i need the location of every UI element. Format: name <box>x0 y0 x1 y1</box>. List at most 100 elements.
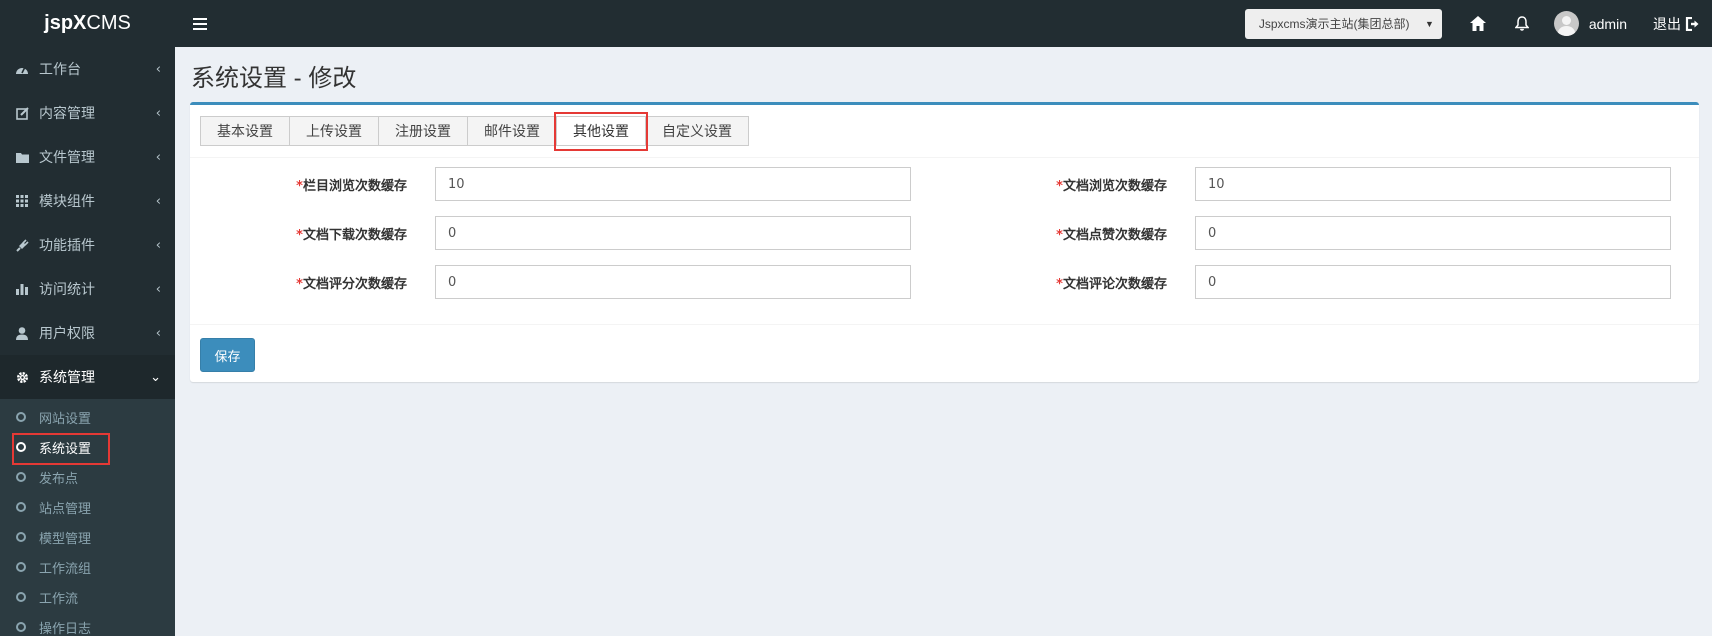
submenu-item-model-management[interactable]: 模型管理 <box>0 522 175 552</box>
settings-panel: 基本设置 上传设置 注册设置 邮件设置 其他设置 自定义设置 *栏目浏览次数缓存… <box>190 102 1699 382</box>
folder-icon <box>14 149 30 165</box>
circle-icon <box>16 622 26 632</box>
required-mark: * <box>1056 178 1063 194</box>
tab-custom-settings[interactable]: 自定义设置 <box>645 116 749 146</box>
submenu-item-label: 系统设置 <box>39 441 92 457</box>
field-doc-comment-cache: *文档评论次数缓存 <box>950 265 1671 299</box>
bell-icon <box>1514 16 1529 31</box>
sidebar-item-workbench[interactable]: 工作台 ‹ <box>0 47 175 91</box>
submenu-item-label: 操作日志 <box>39 621 92 636</box>
site-select-value: Jspxcms演示主站(集团总部) <box>1258 17 1410 31</box>
logo-part-jsp: jsp <box>44 12 74 34</box>
avatar <box>1553 11 1579 36</box>
sidebar-item-label: 模块组件 <box>39 194 95 210</box>
top-header: jsp X CMS Jspxcms演示主站(集团总部) ▼ admin 退出 <box>0 0 1712 47</box>
sidebar: 工作台 ‹ 内容管理 ‹ 文件管理 ‹ 模块组件 ‹ 功能插件 ‹ 访问统计 ‹ <box>0 47 175 636</box>
page-title: 系统设置 - 修改 <box>191 65 357 92</box>
circle-icon <box>16 532 26 542</box>
submenu-item-label: 发布点 <box>39 471 79 487</box>
required-mark: * <box>1056 276 1063 292</box>
user-menu[interactable]: admin <box>1544 11 1641 36</box>
sidebar-item-modules[interactable]: 模块组件 ‹ <box>0 179 175 223</box>
tab-other-settings[interactable]: 其他设置 <box>554 112 648 151</box>
submenu-item-label: 工作流 <box>39 591 79 607</box>
required-mark: * <box>296 276 303 292</box>
app-logo[interactable]: jsp X CMS <box>0 0 175 47</box>
sidebar-item-label: 内容管理 <box>39 106 95 122</box>
submenu-item-publish-points[interactable]: 发布点 <box>0 462 175 492</box>
submenu-item-system-settings[interactable]: 系统设置 <box>0 432 175 465</box>
submenu-item-workflow[interactable]: 工作流 <box>0 582 175 612</box>
doc-download-cache-input[interactable] <box>435 216 911 250</box>
field-label-text: 文档浏览次数缓存 <box>1062 178 1167 194</box>
chevron-left-icon: ‹ <box>155 149 161 165</box>
sidebar-item-label: 功能插件 <box>39 238 95 254</box>
chevron-left-icon: ‹ <box>155 61 161 77</box>
home-icon <box>1469 16 1486 31</box>
settings-tabs: 基本设置 上传设置 注册设置 邮件设置 其他设置 自定义设置 <box>200 112 749 151</box>
submenu-item-operation-log[interactable]: 操作日志 <box>0 612 175 636</box>
logout-button[interactable]: 退出 <box>1641 14 1712 34</box>
field-label-text: 文档评分次数缓存 <box>302 276 407 292</box>
sidebar-toggle-button[interactable] <box>175 0 225 47</box>
sidebar-item-content[interactable]: 内容管理 ‹ <box>0 91 175 135</box>
dropdown-arrow-icon: ▼ <box>1424 18 1434 29</box>
sidebar-item-system[interactable]: 系统管理 ⌄ <box>0 355 175 399</box>
grid-icon <box>14 193 30 209</box>
submenu-item-label: 模型管理 <box>39 531 92 547</box>
chevron-down-icon: ⌄ <box>150 369 161 385</box>
field-doc-download-cache: *文档下载次数缓存 <box>190 216 911 250</box>
sidebar-item-plugins[interactable]: 功能插件 ‹ <box>0 223 175 267</box>
doc-view-cache-input[interactable] <box>1195 167 1671 201</box>
tab-upload-settings[interactable]: 上传设置 <box>289 116 379 146</box>
sidebar-item-files[interactable]: 文件管理 ‹ <box>0 135 175 179</box>
plug-icon <box>14 237 30 253</box>
circle-icon <box>16 472 26 482</box>
sidebar-item-label: 用户权限 <box>39 326 95 342</box>
field-label-text: 文档评论次数缓存 <box>1062 276 1167 292</box>
system-submenu: 网站设置 系统设置 发布点 站点管理 模型管理 工作流组 工作流 操作日志 <box>0 399 175 636</box>
field-label-text: 文档下载次数缓存 <box>302 227 407 243</box>
save-button[interactable]: 保存 <box>200 338 255 372</box>
field-doc-view-cache: *文档浏览次数缓存 <box>950 167 1671 201</box>
field-label: *栏目浏览次数缓存 <box>190 175 435 194</box>
field-label-text: 栏目浏览次数缓存 <box>302 178 407 194</box>
home-button[interactable] <box>1456 0 1500 47</box>
sidebar-item-label: 文件管理 <box>39 150 95 166</box>
hamburger-icon <box>193 17 207 30</box>
sidebar-item-permissions[interactable]: 用户权限 ‹ <box>0 311 175 355</box>
circle-icon <box>16 412 26 422</box>
dashboard-icon <box>14 61 30 77</box>
doc-like-cache-input[interactable] <box>1195 216 1671 250</box>
user-icon <box>14 325 30 341</box>
circle-icon <box>16 562 26 572</box>
node-view-cache-input[interactable] <box>435 167 911 201</box>
gear-icon <box>14 369 30 385</box>
field-label-text: 文档点赞次数缓存 <box>1062 227 1167 243</box>
doc-comment-cache-input[interactable] <box>1195 265 1671 299</box>
notifications-button[interactable] <box>1500 0 1544 47</box>
tab-basic-settings[interactable]: 基本设置 <box>200 116 290 146</box>
submenu-item-workflow-groups[interactable]: 工作流组 <box>0 552 175 582</box>
submenu-item-label: 站点管理 <box>39 501 92 517</box>
circle-icon <box>16 592 26 602</box>
submenu-item-site-settings[interactable]: 网站设置 <box>0 402 175 432</box>
doc-score-cache-input[interactable] <box>435 265 911 299</box>
circle-icon <box>16 442 26 452</box>
submenu-item-label: 工作流组 <box>39 561 92 577</box>
field-label: *文档点赞次数缓存 <box>950 224 1195 243</box>
tab-mail-settings[interactable]: 邮件设置 <box>467 116 557 146</box>
required-mark: * <box>296 227 303 243</box>
site-select[interactable]: Jspxcms演示主站(集团总部) ▼ <box>1244 8 1442 39</box>
chevron-left-icon: ‹ <box>155 325 161 341</box>
sidebar-item-statistics[interactable]: 访问统计 ‹ <box>0 267 175 311</box>
tab-register-settings[interactable]: 注册设置 <box>378 116 468 146</box>
field-doc-score-cache: *文档评分次数缓存 <box>190 265 911 299</box>
submenu-item-site-management[interactable]: 站点管理 <box>0 492 175 522</box>
logo-part-x: X <box>73 12 87 34</box>
chevron-left-icon: ‹ <box>155 105 161 121</box>
main-content: 系统设置 - 修改 基本设置 上传设置 注册设置 邮件设置 其他设置 自定义设置… <box>175 47 1712 636</box>
logo-part-cms: CMS <box>86 12 131 34</box>
logout-label: 退出 <box>1653 16 1681 33</box>
submenu-item-label: 网站设置 <box>39 411 92 427</box>
